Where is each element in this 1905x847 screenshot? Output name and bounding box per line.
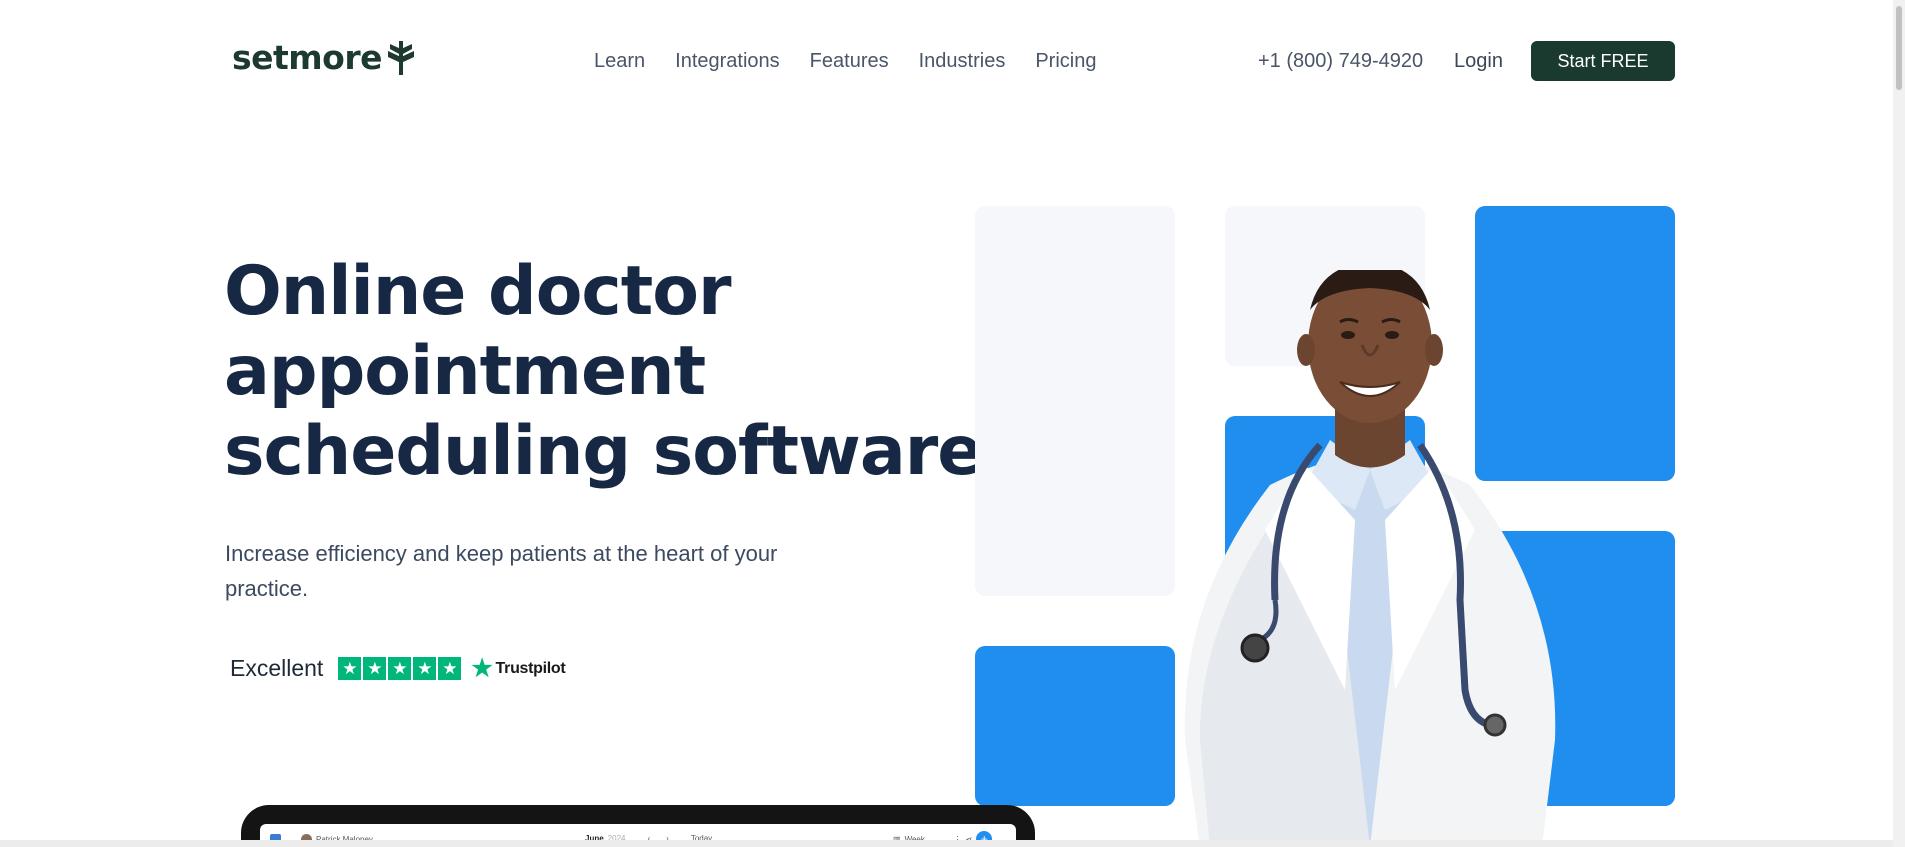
trustpilot-logo: ★ Trustpilot — [471, 654, 566, 682]
vertical-scrollbar[interactable] — [1893, 0, 1905, 847]
title-line: scheduling software — [224, 412, 983, 491]
star-icon: ★ — [338, 657, 362, 680]
nav-pricing[interactable]: Pricing — [1035, 50, 1096, 73]
page-title: Online doctor appointment scheduling sof… — [224, 252, 983, 492]
title-line: appointment — [224, 332, 706, 411]
star-icon: ★ — [413, 657, 437, 680]
star-icon: ★ — [363, 657, 387, 680]
main-nav: Learn Integrations Features Industries P… — [594, 50, 1096, 73]
start-free-button[interactable]: Start FREE — [1531, 41, 1675, 81]
trustpilot-rating[interactable]: Excellent ★ ★ ★ ★ ★ ★ Trustpilot — [230, 654, 566, 682]
title-line: Online doctor — [224, 252, 732, 331]
scrollbar-thumb[interactable] — [1896, 6, 1902, 90]
nav-industries[interactable]: Industries — [919, 50, 1006, 73]
setmore-logo[interactable]: setmore — [232, 38, 416, 77]
tree-logo-icon — [388, 40, 415, 75]
rating-label: Excellent — [230, 655, 324, 681]
star-icon: ★ — [438, 657, 462, 680]
nav-integrations[interactable]: Integrations — [675, 50, 780, 73]
phone-link[interactable]: +1 (800) 749-4920 — [1258, 50, 1423, 73]
logo-text: setmore — [232, 38, 383, 77]
trustpilot-star-icon: ★ — [471, 654, 493, 682]
nav-features[interactable]: Features — [810, 50, 889, 73]
hero-subtitle: Increase efficiency and keep patients at… — [225, 541, 778, 601]
rating-stars: ★ ★ ★ ★ ★ — [338, 657, 462, 680]
site-header: setmore Learn Integrations Features Indu… — [0, 0, 1905, 110]
doctor-image — [1184, 270, 1556, 847]
star-icon: ★ — [388, 657, 412, 680]
nav-learn[interactable]: Learn — [594, 50, 645, 73]
login-link[interactable]: Login — [1454, 50, 1503, 73]
page-bottom-edge — [0, 840, 1905, 847]
trustpilot-text: Trustpilot — [495, 659, 566, 677]
